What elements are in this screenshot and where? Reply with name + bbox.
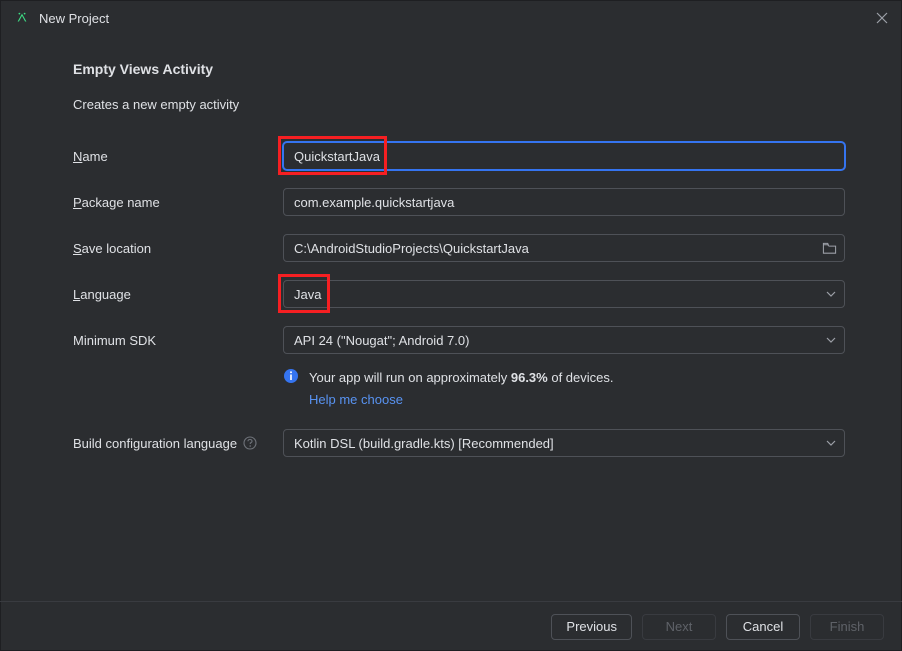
info-icon bbox=[283, 368, 299, 384]
help-icon[interactable] bbox=[243, 436, 257, 450]
finish-button: Finish bbox=[810, 614, 884, 640]
window-title: New Project bbox=[39, 11, 109, 26]
chevron-down-icon bbox=[826, 438, 836, 448]
name-input[interactable] bbox=[283, 142, 845, 170]
field-row-language: Language Java bbox=[73, 280, 845, 308]
build-lang-label: Build configuration language bbox=[73, 436, 283, 451]
sdk-info-row: Your app will run on approximately 96.3%… bbox=[73, 368, 845, 409]
dialog-footer: Previous Next Cancel Finish bbox=[0, 601, 902, 651]
android-studio-icon bbox=[15, 11, 29, 25]
cancel-button[interactable]: Cancel bbox=[726, 614, 800, 640]
save-location-input[interactable] bbox=[283, 234, 845, 262]
build-lang-select[interactable]: Kotlin DSL (build.gradle.kts) [Recommend… bbox=[283, 429, 845, 457]
chevron-down-icon bbox=[826, 335, 836, 345]
language-select[interactable]: Java bbox=[283, 280, 845, 308]
min-sdk-select-value: API 24 ("Nougat"; Android 7.0) bbox=[294, 333, 469, 348]
browse-folder-icon[interactable] bbox=[821, 240, 837, 256]
content-area: Empty Views Activity Creates a new empty… bbox=[1, 35, 901, 457]
field-row-min-sdk: Minimum SDK API 24 ("Nougat"; Android 7.… bbox=[73, 326, 845, 354]
package-label: Package name bbox=[73, 195, 283, 210]
next-button: Next bbox=[642, 614, 716, 640]
sdk-info-text: Your app will run on approximately 96.3%… bbox=[309, 368, 614, 409]
min-sdk-label: Minimum SDK bbox=[73, 333, 283, 348]
help-me-choose-link[interactable]: Help me choose bbox=[309, 390, 403, 410]
field-row-save-location: Save location bbox=[73, 234, 845, 262]
field-row-package: Package name bbox=[73, 188, 845, 216]
field-row-name: Name bbox=[73, 142, 845, 170]
name-label: Name bbox=[73, 149, 283, 164]
titlebar: New Project bbox=[1, 1, 901, 35]
close-icon[interactable] bbox=[875, 11, 889, 25]
save-location-label: Save location bbox=[73, 241, 283, 256]
package-input[interactable] bbox=[283, 188, 845, 216]
build-lang-select-value: Kotlin DSL (build.gradle.kts) [Recommend… bbox=[294, 436, 554, 451]
chevron-down-icon bbox=[826, 289, 836, 299]
page-title: Empty Views Activity bbox=[73, 61, 845, 77]
field-row-build-lang: Build configuration language Kotlin DSL … bbox=[73, 429, 845, 457]
previous-button[interactable]: Previous bbox=[551, 614, 632, 640]
min-sdk-select[interactable]: API 24 ("Nougat"; Android 7.0) bbox=[283, 326, 845, 354]
page-subtitle: Creates a new empty activity bbox=[73, 97, 845, 112]
language-label: Language bbox=[73, 287, 283, 302]
language-select-value: Java bbox=[294, 287, 321, 302]
